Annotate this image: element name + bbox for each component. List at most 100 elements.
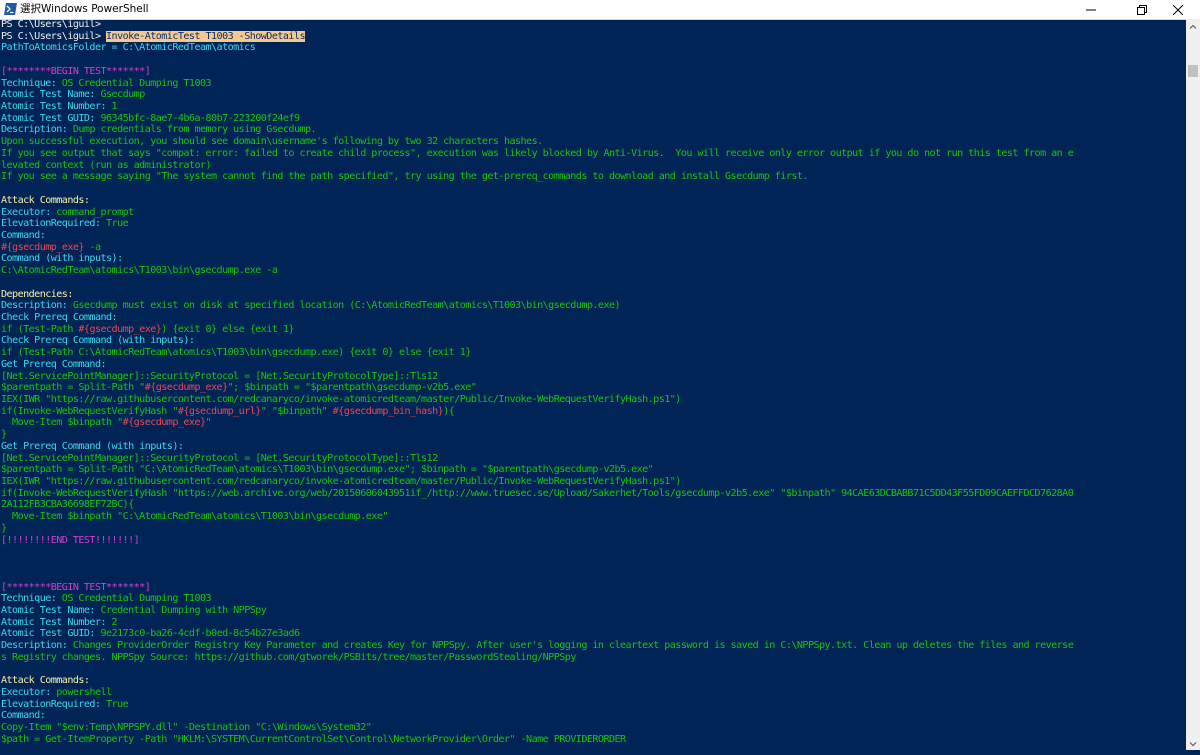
console-segment: Move-Item $binpath "C:\AtomicRedTeam\ato… <box>1 511 388 523</box>
console-line: Get Prereq Command: <box>1 359 1186 371</box>
console-segment: PS C:\Users\iguil> <box>1 30 107 42</box>
console-segment: Dependencies: <box>1 288 73 300</box>
console-segment: Move-Item $binpath " <box>1 417 123 429</box>
console-segment: 1 <box>111 101 118 113</box>
console-segment: Get Prereq Command (with inputs): <box>1 440 184 452</box>
console-segment: Atomic Test Name: <box>1 604 101 616</box>
console-line: [Net.ServicePointManager]::SecurityProto… <box>1 371 1186 383</box>
console-segment: 9e2173c0-ba26-4cdf-b0ed-8c54b27e3ad6 <box>100 628 301 640</box>
console-line: levated context (run as administrator) <box>1 160 1186 172</box>
console-segment: Check Prereq Command: <box>1 311 118 323</box>
console-line: Move-Item $binpath "#{gsecdump_exe}" <box>1 417 1186 429</box>
console-segment: Upon successful execution, you should se… <box>1 136 543 148</box>
console-segment: Attack Commands: <box>1 194 90 206</box>
console-segment: IEX(IWR "https://raw.githubusercontent.c… <box>1 476 681 488</box>
console-segment: if (Test-Path C:\AtomicRedTeam\atomics\T… <box>1 347 471 359</box>
console-line: PS C:\Users\iguil> <box>1 19 1186 31</box>
console-line: Copy-Item "$env:Temp\NPPSPY.dll" -Destin… <box>1 722 1186 734</box>
console-segment: If you see output that says "compat: err… <box>1 147 1074 159</box>
console-line: PS C:\Users\iguil> Invoke-AtomicTest T10… <box>1 30 1186 43</box>
console-text: PS C:\Users\iguil> PS C:\Users\iguil> In… <box>0 19 1186 746</box>
console-segment: True <box>106 218 129 230</box>
console-line: $path = Get-ItemProperty -Path "HKLM:\SY… <box>1 734 1186 746</box>
console-line: 2A112FB3CBA36698EF72BC){ <box>1 499 1186 511</box>
console-line: if (Test-Path C:\AtomicRedTeam\atomics\T… <box>1 347 1186 359</box>
console-line: Atomic Test GUID: 9e2173c0-ba26-4cdf-b0e… <box>1 628 1186 640</box>
console-segment: #{gsecdump_exe} <box>122 417 206 429</box>
console-segment: #{gsecdump_exe} <box>1 241 84 253</box>
console-line: Attack Commands: <box>1 195 1186 207</box>
console-segment: PS C:\Users\iguil> <box>1 19 107 30</box>
vertical-scrollbar[interactable] <box>1186 19 1200 750</box>
console-line: Executor: powershell <box>1 687 1186 699</box>
console-segment: 2 <box>111 616 118 628</box>
console-segment: ElevationRequired: <box>1 698 107 710</box>
console-segment: " "$binpath" <box>260 405 333 417</box>
console-line: Atomic Test Name: Credential Dumping wit… <box>1 605 1186 617</box>
console-segment: Command (with inputs): <box>1 253 123 265</box>
console-segment: if(Invoke-WebRequestVerifyHash " <box>1 405 178 417</box>
console-segment: [********BEGIN TEST*******] <box>1 65 151 77</box>
close-button[interactable] <box>1156 0 1200 19</box>
restore-icon <box>1137 4 1147 15</box>
console-line: [********BEGIN TEST*******] <box>1 66 1186 78</box>
console-segment: ) {exit 0} else {exit 1} <box>161 323 294 335</box>
powershell-icon <box>4 3 17 15</box>
title-bar: 選択Windows PowerShell <box>0 0 1200 20</box>
console-segment: [Net.ServicePointManager]::SecurityProto… <box>1 370 438 382</box>
console-segment: s Registry changes. NPPSpy Source: https… <box>1 651 576 663</box>
console-line: Check Prereq Command (with inputs): <box>1 335 1186 347</box>
console-segment: $parentpath = Split-Path " <box>1 382 145 394</box>
console-line: [!!!!!!!!END TEST!!!!!!!] <box>1 535 1186 547</box>
console-line: C:\AtomicRedTeam\atomics\T1003\bin\gsecd… <box>1 265 1186 277</box>
console-segment: Command: <box>1 229 46 241</box>
console-line: Command (with inputs): <box>1 253 1186 265</box>
scroll-down-button[interactable] <box>1186 736 1200 750</box>
console-line: if(Invoke-WebRequestVerifyHash "#{gsecdu… <box>1 406 1186 418</box>
console-segment: Copy-Item "$env:Temp\NPPSPY.dll" -Destin… <box>1 722 372 734</box>
console-line: $parentpath = Split-Path "#{gsecdump_exe… <box>1 382 1186 394</box>
console-line: IEX(IWR "https://raw.githubusercontent.c… <box>1 394 1186 406</box>
console-segment: Atomic Test Name: <box>1 89 101 101</box>
console-segment: Command: <box>1 710 46 722</box>
console-line: Check Prereq Command: <box>1 312 1186 324</box>
console-line: Technique: OS Credential Dumping T1003 <box>1 78 1186 90</box>
console-segment: Atomic Test Number: <box>1 616 112 628</box>
console-line: Executor: command_prompt <box>1 207 1186 219</box>
console-segment: #{gsecdump_exe} <box>144 382 228 394</box>
console-line: #{gsecdump_exe} -a <box>1 242 1186 254</box>
minimize-icon <box>1086 9 1096 10</box>
selected-command-text: Invoke-AtomicTest T1003 -ShowDetails <box>106 30 306 42</box>
scroll-up-button[interactable] <box>1186 19 1200 33</box>
console-segment: } <box>1 429 7 441</box>
console-segment: " <box>205 417 212 429</box>
scrollbar-thumb[interactable] <box>1188 65 1198 77</box>
chevron-up-icon <box>1189 24 1197 29</box>
console-segment: Description: <box>1 640 73 652</box>
minimize-button[interactable] <box>1069 0 1113 19</box>
console-segment: Atomic Test GUID: <box>1 112 101 124</box>
console-segment: 96345bfc-8ae7-4b6a-80b7-223200f24ef9 <box>100 112 301 124</box>
console-line: Description: Changes ProviderOrder Regis… <box>1 640 1186 652</box>
console-segment: [Net.ServicePointManager]::SecurityProto… <box>1 452 438 464</box>
console-segment: Changes ProviderOrder Registry Key Param… <box>72 640 1074 652</box>
console-line: IEX(IWR "https://raw.githubusercontent.c… <box>1 476 1186 488</box>
console-segment: Executor: <box>1 206 57 218</box>
console-segment: Dump credentials from memory using Gsecd… <box>72 124 317 136</box>
console-segment: OS Credential Dumping T1003 <box>61 593 212 605</box>
console-output[interactable]: PS C:\Users\iguil> PS C:\Users\iguil> In… <box>0 19 1186 750</box>
console-segment: Description: <box>1 300 73 312</box>
console-line: PathToAtomicsFolder = C:\AtomicRedTeam\a… <box>1 42 1186 54</box>
console-segment: #{gsecdump_exe} <box>78 323 162 335</box>
console-segment: if (Test-Path <box>1 323 79 335</box>
console-segment: 2A112FB3CBA36698EF72BC){ <box>1 499 134 511</box>
console-segment: -a <box>83 241 101 253</box>
console-line: Atomic Test GUID: 96345bfc-8ae7-4b6a-80b… <box>1 113 1186 125</box>
console-line: Technique: OS Credential Dumping T1003 <box>1 593 1186 605</box>
console-segment: Executor: <box>1 686 57 698</box>
